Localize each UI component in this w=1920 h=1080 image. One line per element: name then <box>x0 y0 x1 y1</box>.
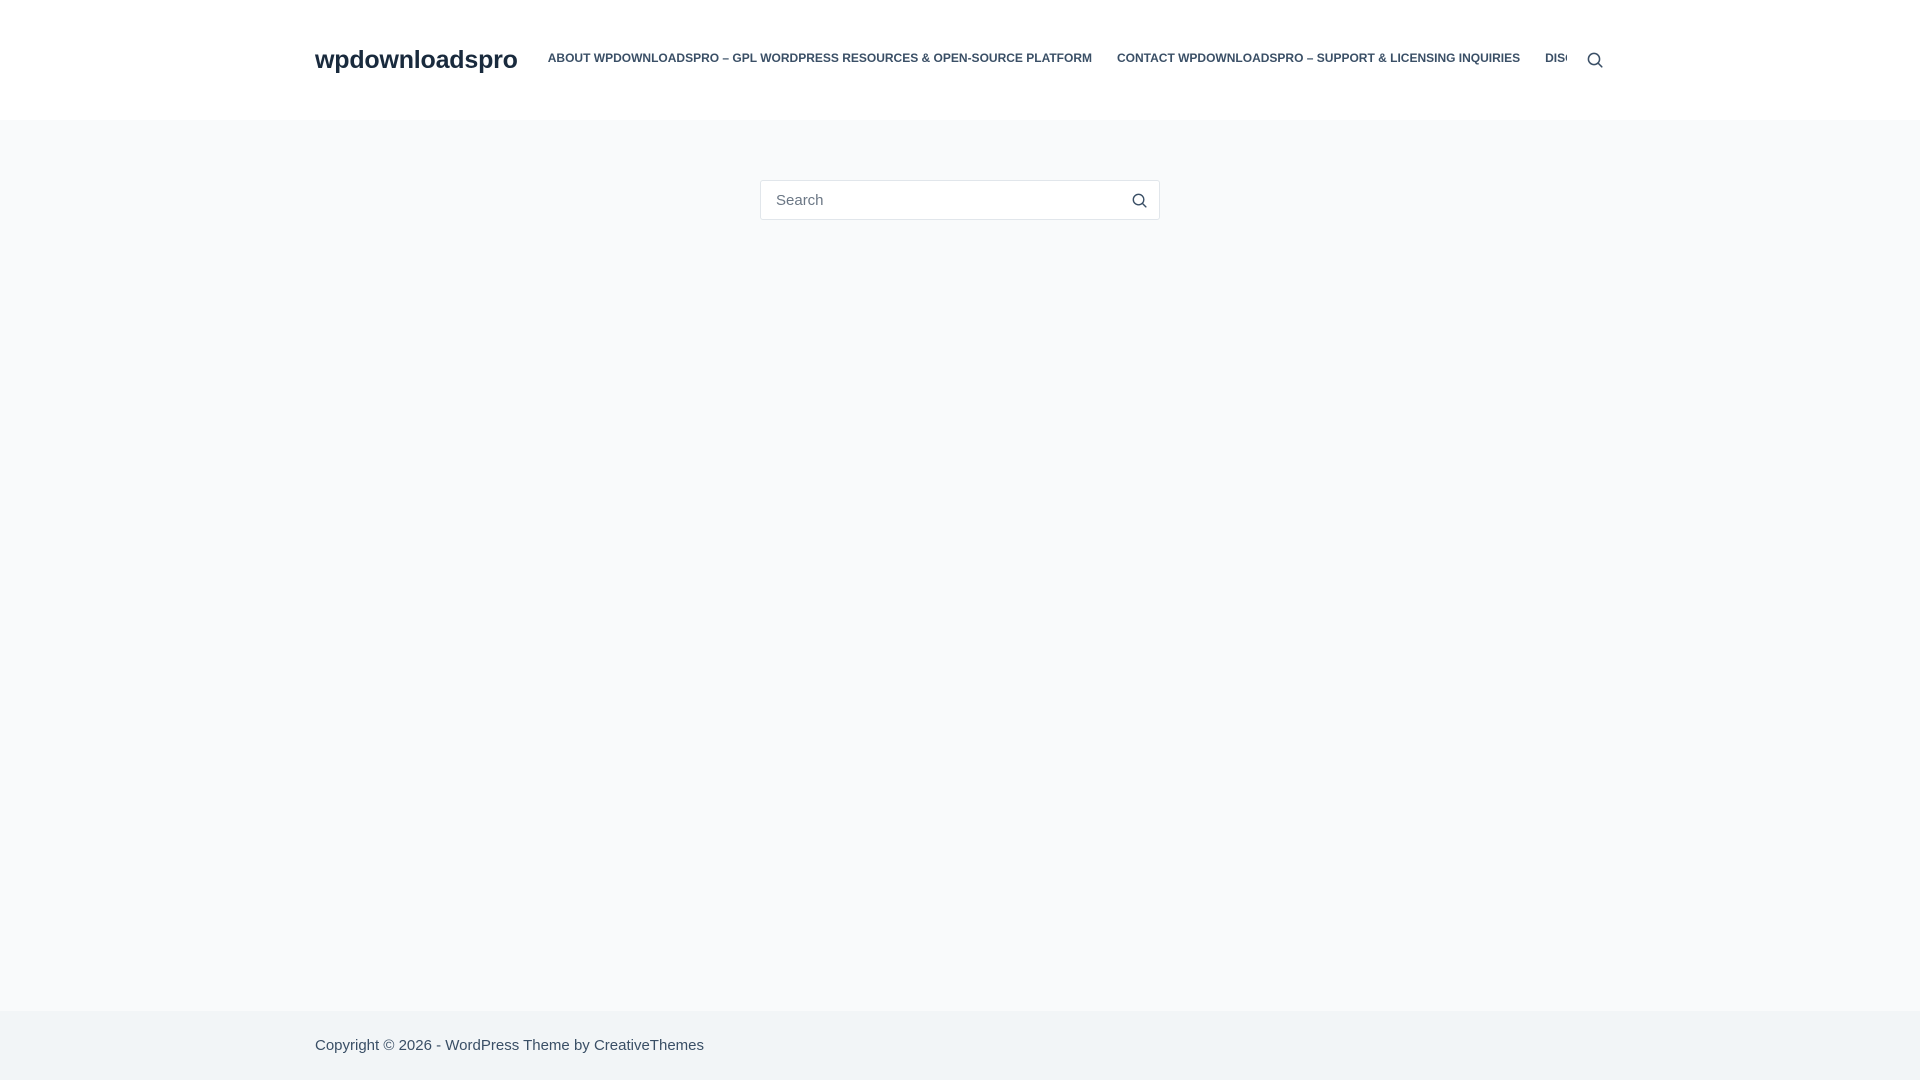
site-footer: Copyright © 2026 - WordPress Theme by Cr… <box>0 1011 1920 1080</box>
header-search-button[interactable] <box>1585 50 1605 70</box>
footer-copyright: Copyright © 2026 - WordPress Theme by Cr… <box>315 1011 704 1080</box>
nav-item-contact: Contact wpdownloadspro – Support & Licen… <box>1117 49 1520 67</box>
nav-link-contact[interactable]: Contact wpdownloadspro – Support & Licen… <box>1117 51 1520 65</box>
nav-link-about[interactable]: About wpdownloadspro – GPL WordPress Res… <box>548 51 1092 65</box>
nav-menu: About wpdownloadspro – GPL WordPress Res… <box>548 49 1567 67</box>
nav-item-about: About wpdownloadspro – GPL WordPress Res… <box>548 49 1092 67</box>
header-inner: wpdownloadspro About wpdownloadspro – GP… <box>315 0 1605 120</box>
site-header: wpdownloadspro About wpdownloadspro – GP… <box>0 0 1920 120</box>
search-input[interactable] <box>761 181 1119 219</box>
main-navigation: About wpdownloadspro – GPL WordPress Res… <box>548 0 1567 118</box>
theme-author-link[interactable]: CreativeThemes <box>594 1037 704 1054</box>
site-title-link[interactable]: wpdownloadspro <box>315 46 518 75</box>
nav-item-disclaimer: Disclaimer – wpdownloadspro <box>1545 49 1567 67</box>
search-icon <box>1587 52 1603 68</box>
search-form <box>760 180 1160 220</box>
search-submit-button[interactable] <box>1119 181 1159 219</box>
search-icon <box>1132 193 1147 208</box>
main-content <box>0 120 1920 1011</box>
copyright-text: Copyright © 2026 - WordPress Theme by <box>315 1037 594 1054</box>
nav-link-disclaimer[interactable]: Disclaimer – wpdownloadspro <box>1545 51 1567 65</box>
